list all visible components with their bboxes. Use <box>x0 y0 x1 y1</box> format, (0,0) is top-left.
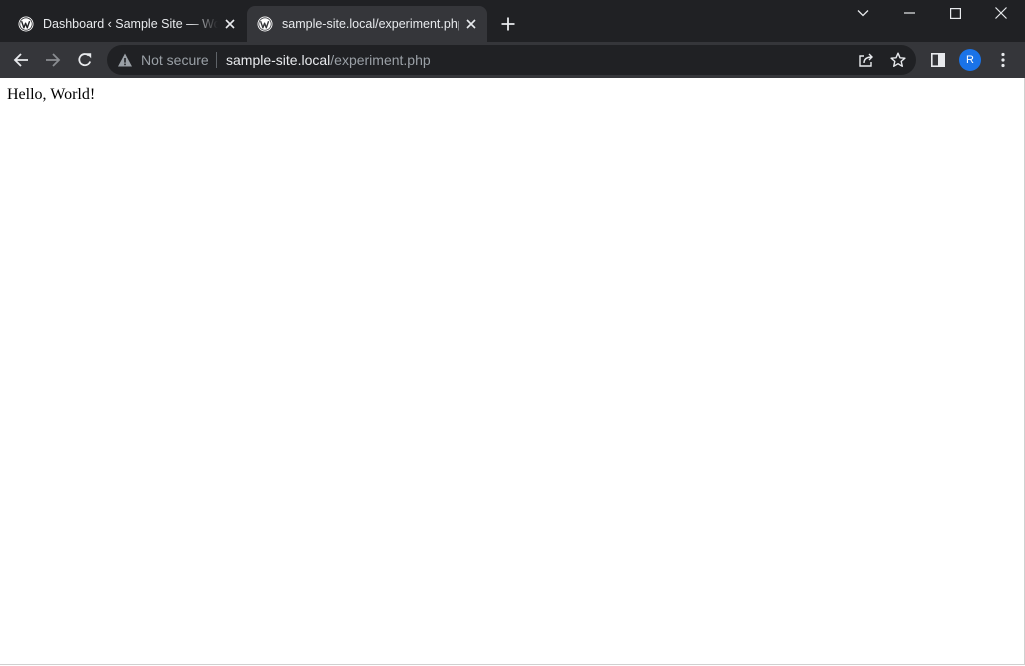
url-text[interactable]: sample-site.local/experiment.php <box>226 45 431 75</box>
wordpress-icon <box>257 16 273 32</box>
divider <box>216 52 217 68</box>
maximize-icon <box>949 7 961 19</box>
chevron-down-icon <box>857 9 869 17</box>
reload-button[interactable] <box>71 46 99 74</box>
new-tab-button[interactable] <box>497 13 519 35</box>
url-path: /experiment.php <box>330 52 431 68</box>
tab-dashboard[interactable]: Dashboard ‹ Sample Site — WordPress <box>8 6 246 42</box>
address-bar[interactable]: Not secure sample-site.local/experiment.… <box>107 45 916 75</box>
more-vert-icon <box>1001 52 1005 68</box>
wordpress-icon <box>18 16 34 32</box>
minimize-icon <box>903 12 915 14</box>
page-viewport: Hello, World! <box>0 78 1025 665</box>
close-icon <box>995 7 1007 19</box>
back-button[interactable] <box>7 46 35 74</box>
plus-icon <box>501 17 515 31</box>
maximize-button[interactable] <box>932 0 978 26</box>
close-icon[interactable] <box>222 16 238 32</box>
side-panel-button[interactable] <box>924 46 952 74</box>
forward-button[interactable] <box>39 46 67 74</box>
tab-strip: Dashboard ‹ Sample Site — WordPress samp… <box>0 0 1025 42</box>
side-panel-icon <box>931 53 945 67</box>
tab-search-button[interactable] <box>840 0 886 26</box>
profile-avatar[interactable]: R <box>959 49 981 71</box>
minimize-button[interactable] <box>886 0 932 26</box>
toolbar: Not secure sample-site.local/experiment.… <box>0 42 1025 78</box>
star-icon[interactable] <box>888 50 908 70</box>
page-text: Hello, World! <box>7 86 96 103</box>
tab-title: sample-site.local/experiment.php <box>282 17 459 31</box>
arrow-right-icon <box>45 52 61 68</box>
url-host: sample-site.local <box>226 52 331 68</box>
tab-experiment[interactable]: sample-site.local/experiment.php <box>247 6 487 42</box>
menu-button[interactable] <box>989 46 1017 74</box>
close-icon[interactable] <box>463 16 479 32</box>
arrow-left-icon <box>13 52 29 68</box>
reload-icon <box>77 52 93 68</box>
warning-icon[interactable] <box>117 52 133 68</box>
security-status[interactable]: Not secure <box>141 45 209 75</box>
browser-window: Dashboard ‹ Sample Site — WordPress samp… <box>0 0 1025 666</box>
close-window-button[interactable] <box>978 0 1024 26</box>
tab-title: Dashboard ‹ Sample Site — WordPress <box>43 17 218 31</box>
share-icon[interactable] <box>856 50 876 70</box>
